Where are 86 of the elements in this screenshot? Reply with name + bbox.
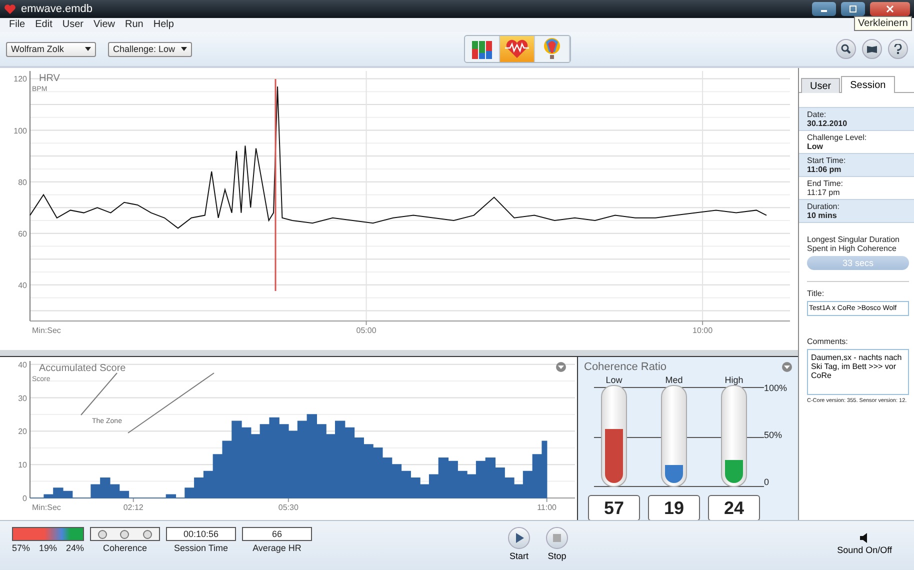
search-icon[interactable] (836, 39, 856, 59)
tab[interactable]: User (801, 78, 840, 93)
ratio-label: 57% (12, 543, 30, 553)
user-select[interactable]: Wolfram Zolk (6, 42, 96, 56)
field-label: Date: (807, 110, 828, 119)
help-icon[interactable] (888, 39, 908, 59)
y-tick-label: 60 (18, 229, 27, 238)
chart-title: HRV (39, 73, 60, 84)
menu-item[interactable]: Run (120, 19, 148, 31)
field-label: Start Time: (807, 156, 847, 165)
panel-title: Coherence Ratio (584, 361, 667, 373)
field-label: Duration: (807, 202, 840, 211)
speaker-icon (860, 533, 870, 543)
close-button[interactable] (870, 2, 910, 16)
y-tick-label: 20 (18, 427, 27, 436)
balloon-icon (542, 38, 560, 60)
heart-icon (504, 39, 530, 59)
x-tick-label: 02:12 (123, 503, 144, 512)
tube-label: Med (665, 375, 683, 385)
field-value: 30.12.2010 (807, 119, 848, 128)
duration-badge: 33 secs (807, 256, 909, 270)
scale-label: 50% (764, 430, 784, 440)
play-icon (514, 533, 524, 543)
field-value: 10 mins (807, 211, 838, 220)
y-tick-label: 10 (18, 460, 27, 470)
average-hr-label: Average HR (252, 543, 302, 553)
field-label: Challenge Level: (807, 133, 868, 142)
x-axis-label: Min:Sec (32, 326, 61, 335)
field-value: 11:17 pm (807, 188, 841, 197)
menu-item[interactable]: View (88, 19, 120, 31)
value-display: 57 (588, 495, 640, 520)
close-icon (886, 5, 894, 13)
scale-label: 100% (764, 383, 788, 393)
dropdown-icon[interactable] (556, 362, 566, 372)
caret-icon (181, 47, 187, 51)
book-icon[interactable] (862, 39, 882, 59)
value-display: 24 (708, 495, 760, 520)
x-tick-label: 11:00 (537, 503, 557, 512)
sound-button[interactable]: Sound On/Off (837, 533, 892, 555)
field-value: Low (807, 142, 824, 151)
field-label: End Time: (807, 179, 844, 188)
tooltip: Verkleinern (854, 16, 912, 31)
field-label: Longest Singular Duration Spent in High Coherence (807, 235, 901, 253)
average-hr-field: 66 (242, 527, 312, 541)
session-time-label: Session Time (174, 543, 228, 553)
y-tick-label: 40 (18, 280, 27, 290)
bar-chart-icon (470, 39, 492, 59)
dropdown-icon[interactable] (782, 362, 792, 372)
value-display: 19 (648, 495, 700, 520)
field-label: Comments: (807, 337, 849, 346)
ratio-label: 24% (66, 543, 84, 553)
field-value: 11:06 pm (807, 165, 842, 174)
y-tick-label: 100 (14, 126, 27, 136)
ratio-bar (12, 527, 84, 541)
tab[interactable]: Session (841, 76, 895, 93)
y-tick-label: 80 (18, 178, 27, 187)
ratio-label: 19% (38, 543, 57, 553)
session-time-field: 00:10:56 (166, 527, 236, 541)
stop-icon (553, 534, 561, 542)
y-tick-label: 120 (14, 74, 27, 84)
restore-icon (849, 5, 857, 13)
x-tick-label: 05:00 (356, 326, 376, 335)
restore-button[interactable] (841, 2, 865, 16)
caret-icon (85, 47, 91, 51)
scale-label: 0 (764, 477, 770, 487)
y-tick-label: 0 (22, 494, 27, 503)
tube-label: Low (606, 375, 622, 385)
y-tick-label: 30 (18, 394, 27, 403)
x-axis-label: Min:Sec (32, 503, 61, 512)
challenge-select[interactable]: Challenge: Low (108, 42, 192, 56)
y-tick-label: 40 (18, 360, 27, 370)
heart-icon (4, 4, 16, 14)
menu-item[interactable]: Help (148, 19, 179, 31)
menu-item[interactable]: File (4, 19, 30, 31)
chart-title: Accumulated Score (39, 363, 126, 374)
tube-label: High (724, 375, 744, 385)
view-button[interactable] (500, 36, 534, 62)
coherence-label: Coherence (102, 543, 148, 553)
menu-item[interactable]: User (57, 19, 88, 31)
minimize-button[interactable] (812, 2, 836, 16)
menu-item[interactable]: Edit (30, 19, 58, 31)
x-tick-label: 10:00 (692, 326, 713, 335)
window-title: emwave.emdb (21, 3, 94, 15)
field-label: Title: (807, 289, 826, 298)
comments-field[interactable]: Daumen,sx - nachts nach Ski Tag, im Bett >>> vor CoRe (807, 349, 909, 395)
x-tick-label: 05:30 (278, 503, 298, 512)
